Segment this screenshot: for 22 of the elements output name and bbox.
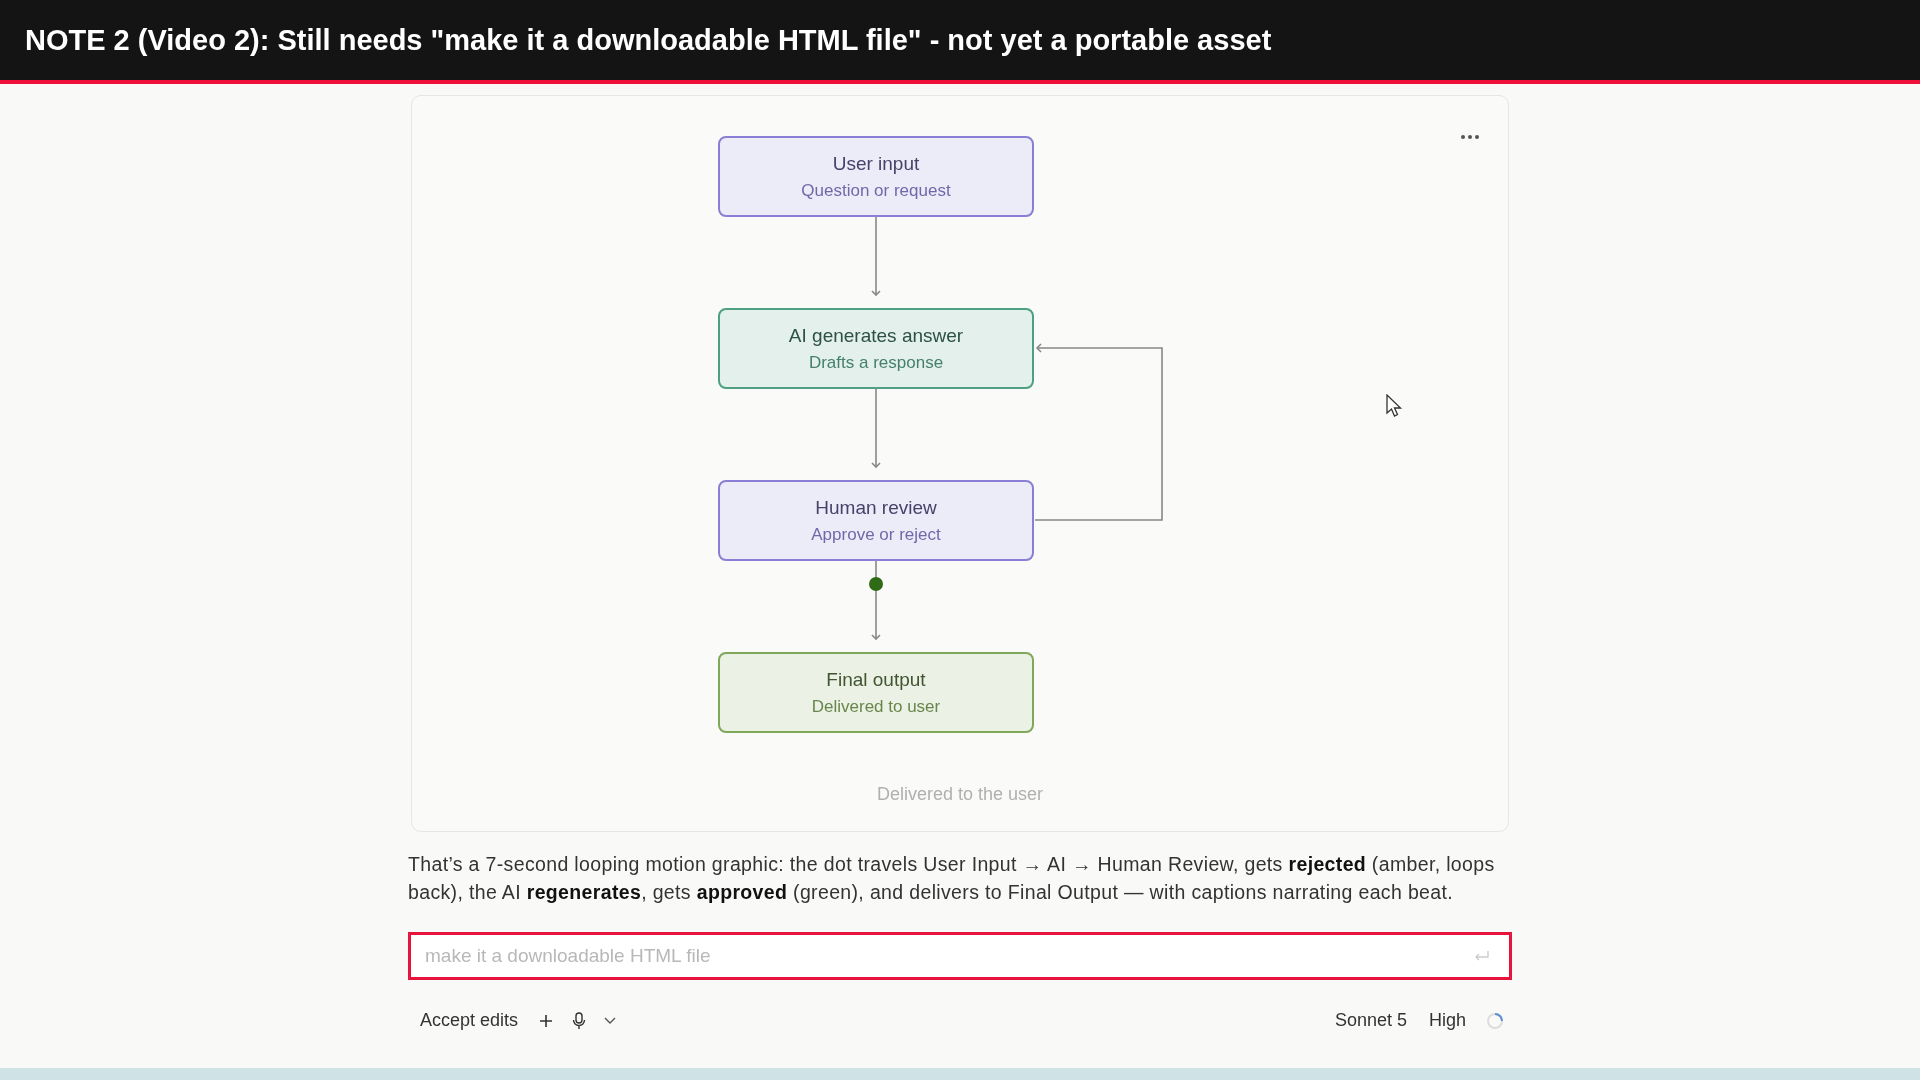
node-title: AI generates answer bbox=[788, 324, 964, 347]
assistant-message: That’s a 7-second looping motion graphic: the dot travels User Input → AI → Human Review, gets rejected (amber, loops back), the AI regenerates, gets approved (green), and delivers to Final Output — with captions narrating each beat. bbox=[408, 852, 1496, 905]
moving-dot bbox=[869, 577, 883, 591]
node-subtitle: Drafts a response bbox=[808, 352, 944, 373]
message-field[interactable]: make it a downloadable HTML file bbox=[408, 932, 1512, 980]
plus-icon[interactable] bbox=[538, 1012, 555, 1029]
diagram-caption: Delivered to the user bbox=[876, 784, 1044, 805]
more-icon[interactable] bbox=[1460, 134, 1480, 140]
node-title: Human review bbox=[815, 496, 937, 519]
node-title: Final output bbox=[826, 668, 926, 691]
banner-title: NOTE 2 (Video 2): Still needs "make it a downloadable HTML file" - not yet a portable asset bbox=[25, 23, 1272, 57]
model-selector[interactable]: Sonnet 5 bbox=[1332, 1006, 1409, 1035]
chevron-down-icon[interactable] bbox=[604, 1016, 617, 1025]
node-title: User input bbox=[832, 152, 920, 175]
node-subtitle: Approve or reject bbox=[811, 524, 941, 545]
effort-selector[interactable]: High bbox=[1426, 1006, 1468, 1035]
node-subtitle: Question or request bbox=[801, 180, 951, 201]
cursor-icon bbox=[1386, 394, 1404, 418]
accept-edits-button[interactable]: Accept edits bbox=[418, 1006, 521, 1035]
node-subtitle: Delivered to user bbox=[811, 696, 941, 717]
spinner-icon bbox=[1486, 1011, 1504, 1030]
microphone-icon[interactable] bbox=[572, 1011, 587, 1030]
